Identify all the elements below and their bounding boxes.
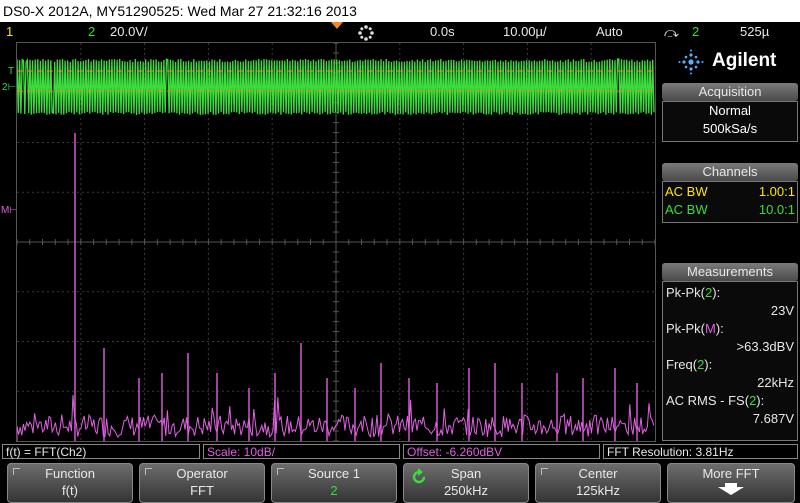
- acquisition-panel: Normal 500kSa/s: [662, 101, 798, 142]
- channels-panel: AC BW 1.00:1 AC BW 10.0:1: [662, 181, 798, 223]
- arrow-down-icon: [716, 482, 746, 496]
- waveform-canvas: [17, 43, 655, 441]
- channel-2-probe: 10.0:1: [759, 201, 795, 219]
- trigger-position-icon: [330, 21, 344, 41]
- fft-noise-floor: [17, 395, 654, 441]
- channel-1-coupling: AC BW: [665, 184, 708, 199]
- function-softkey[interactable]: Function f(t): [7, 463, 133, 503]
- softkey-bar: Function f(t) Operator FFT Source 1 2 Sp…: [0, 461, 800, 503]
- trigger-source: 2: [692, 22, 699, 42]
- channel-1-indicator[interactable]: 1: [6, 22, 13, 42]
- channel-1-probe: 1.00:1: [759, 183, 795, 201]
- fft-resolution-label: FFT Resolution: 3.81Hz: [603, 444, 798, 459]
- acquisition-mode: Normal: [663, 102, 797, 120]
- acquisition-header: Acquisition: [662, 83, 798, 101]
- measurement-value: >63.3dBV: [666, 338, 794, 356]
- measurement-pk-pk-2[interactable]: Pk-Pk(2): 23V: [666, 284, 794, 320]
- softkey-corner-icon: [541, 468, 548, 475]
- measurement-freq-2[interactable]: Freq(2): 22kHz: [666, 356, 794, 392]
- softkey-corner-icon: [145, 468, 152, 475]
- side-panel: Agilent Acquisition Normal 500kSa/s Chan…: [660, 42, 800, 442]
- operator-softkey[interactable]: Operator FFT: [139, 463, 265, 503]
- measurement-ac-rms-2[interactable]: AC RMS - FS(2): 7.687V: [666, 392, 794, 428]
- measurement-value: 23V: [666, 302, 794, 320]
- rotate-knob-icon: [410, 468, 428, 486]
- more-fft-softkey[interactable]: More FFT: [667, 463, 795, 503]
- softkey-corner-icon: [277, 468, 284, 475]
- channels-header: Channels: [662, 163, 798, 181]
- span-softkey[interactable]: Span 250kHz: [403, 463, 529, 503]
- trigger-edge-icon: ⤼: [664, 22, 679, 42]
- channel-1-row: AC BW 1.00:1: [665, 183, 795, 201]
- channel-2-ground-marker[interactable]: 2⊢: [2, 82, 16, 93]
- time-scale: 10.00µ/: [503, 22, 547, 42]
- measurement-pk-pk-m[interactable]: Pk-Pk(M): >63.3dBV: [666, 320, 794, 356]
- channel-2-coupling: AC BW: [665, 202, 708, 217]
- agilent-logo: Agilent: [660, 42, 800, 82]
- waveform-display[interactable]: [16, 42, 656, 442]
- measurements-panel: Pk-Pk(2): 23V Pk-Pk(M): >63.3dBV Freq(2)…: [662, 281, 798, 441]
- sample-rate: 500kSa/s: [663, 120, 797, 138]
- agilent-spark-icon: [678, 49, 704, 75]
- time-offset: 0.0s: [430, 22, 455, 42]
- measurement-value: 22kHz: [666, 374, 794, 392]
- softkey-corner-icon: [13, 468, 20, 475]
- channel-2-indicator[interactable]: 2: [88, 22, 95, 42]
- math-function-label: f(t) = FFT(Ch2): [2, 444, 200, 459]
- title-bar: DS0-X 2012A, MY51290525: Wed Mar 27 21:3…: [0, 0, 800, 22]
- measurement-value: 7.687V: [666, 410, 794, 428]
- center-softkey[interactable]: Center 125kHz: [535, 463, 661, 503]
- channel-2-row: AC BW 10.0:1: [665, 201, 795, 219]
- trigger-level-marker[interactable]: T: [8, 66, 14, 77]
- brand-name: Agilent: [712, 50, 776, 72]
- window-title: DS0-X 2012A, MY51290525: Wed Mar 27 21:3…: [0, 3, 357, 19]
- trigger-level: 525µ: [740, 22, 769, 42]
- channel-2-scale: 20.0V/: [110, 22, 148, 42]
- source-1-softkey[interactable]: Source 1 2: [271, 463, 397, 503]
- trigger-mode: Auto: [596, 22, 623, 42]
- math-scale-label: Scale: 10dB/: [203, 444, 400, 459]
- math-info-row: f(t) = FFT(Ch2) Scale: 10dB/ Offset: -6.…: [0, 443, 800, 460]
- measurements-header: Measurements: [662, 263, 798, 281]
- math-offset-label: Offset: -6.260dBV: [403, 444, 600, 459]
- status-bar: 1 2 20.0V/ 0.0s 10.00µ/ Auto ⤼ 2 525µ: [0, 22, 800, 42]
